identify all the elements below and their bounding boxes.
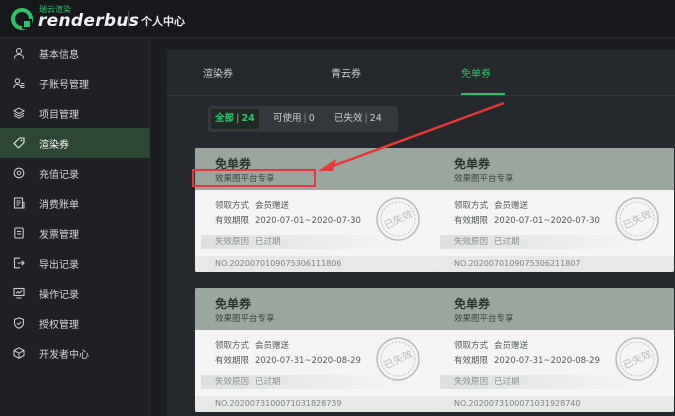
coupon-validity: 有效期限 2020-07-31~2020-08-29 bbox=[454, 356, 600, 366]
sidebar-item-sub-accounts[interactable]: 子账号管理 bbox=[0, 68, 150, 98]
sidebar-item-bills[interactable]: 消费账单 bbox=[0, 188, 150, 218]
sidebar-item-exports[interactable]: 导出记录 bbox=[0, 248, 150, 278]
sidebar-item-projects[interactable]: 项目管理 bbox=[0, 98, 150, 128]
sidebar-item-invoices[interactable]: 发票管理 bbox=[0, 218, 150, 248]
expired-stamp-icon: 已失效 bbox=[615, 337, 659, 381]
stamp-label: 已失效 bbox=[621, 347, 654, 371]
coupon-card-header: 免单券 效果图平台专享 bbox=[434, 288, 674, 330]
coupon-card[interactable]: 免单券 效果图平台专享 领取方式 会员赠送 有效期限 2020-07-31~2020… bbox=[195, 288, 435, 412]
cube-icon bbox=[13, 347, 25, 359]
coupon-expire-reason: 失效原因 已过期 bbox=[440, 375, 640, 389]
coupon-expire-reason: 失效原因 已过期 bbox=[201, 375, 401, 389]
stamp-label: 已失效 bbox=[382, 207, 415, 231]
sidebar-item-basic-info[interactable]: 基本信息 bbox=[0, 38, 150, 68]
tag-icon bbox=[13, 137, 25, 149]
status-filter: 全部 | 24 可使用 | 0 已失效 | 24 bbox=[208, 106, 398, 132]
coupon-expire-reason: 失效原因 已过期 bbox=[201, 235, 401, 249]
sidebar-item-label: 基本信息 bbox=[39, 49, 79, 61]
sidebar-item-label: 开发者中心 bbox=[39, 349, 89, 361]
recharge-icon bbox=[13, 167, 25, 179]
sidebar-item-label: 充值记录 bbox=[39, 169, 79, 181]
page-title: 个人中心 bbox=[141, 15, 185, 28]
sidebar-item-recharge[interactable]: 充值记录 bbox=[0, 158, 150, 188]
expired-stamp-icon: 已失效 bbox=[615, 197, 659, 241]
filter-all-button[interactable]: 全部 | 24 bbox=[211, 109, 259, 129]
invoice-icon bbox=[14, 227, 24, 239]
renderbus-logo-icon[interactable] bbox=[10, 7, 34, 31]
coupon-validity: 有效期限 2020-07-01~2020-07-30 bbox=[454, 216, 600, 226]
coupon-subtitle: 效果图平台专享 bbox=[454, 174, 514, 184]
coupon-validity: 有效期限 2020-07-01~2020-07-30 bbox=[215, 216, 361, 226]
sidebar-item-label: 消费账单 bbox=[39, 199, 79, 211]
sidebar-item-label: 项目管理 bbox=[39, 109, 79, 121]
coupon-number: NO.20200731000710319287​40 bbox=[434, 396, 674, 412]
coupon-number: NO.20200701090753061118​06 bbox=[195, 256, 435, 272]
coupon-card-header: 免单券 效果图平台专享 bbox=[434, 148, 674, 190]
expired-stamp-icon: 已失效 bbox=[376, 337, 420, 381]
user-icon bbox=[13, 47, 25, 59]
coupon-card-header: 免单券 效果图平台专享 bbox=[195, 288, 435, 330]
layers-icon bbox=[13, 107, 25, 119]
brand-divider bbox=[128, 11, 129, 27]
stamp-label: 已失效 bbox=[621, 207, 654, 231]
sidebar-item-label: 渲染券 bbox=[39, 139, 69, 151]
stamp-label: 已失效 bbox=[382, 347, 415, 371]
coupon-method: 领取方式 会员赠送 bbox=[454, 201, 529, 211]
sidebar-item-label: 子账号管理 bbox=[39, 79, 89, 91]
expired-stamp-icon: 已失效 bbox=[376, 197, 420, 241]
shield-icon bbox=[13, 317, 25, 329]
coupon-validity: 有效期限 2020-07-31~2020-08-29 bbox=[215, 356, 361, 366]
tab-render-coupon[interactable]: 渲染券 bbox=[203, 65, 233, 80]
bill-icon bbox=[13, 197, 25, 209]
brand-name[interactable]: renderbus bbox=[38, 11, 139, 31]
sidebar-item-label: 发票管理 bbox=[39, 229, 79, 241]
sidebar-item-label: 导出记录 bbox=[39, 259, 79, 271]
coupon-number: NO.20200701090753062118​07 bbox=[434, 256, 674, 272]
sidebar-item-label: 操作记录 bbox=[39, 289, 79, 301]
tab-free-coupon[interactable]: 免单券 bbox=[461, 65, 491, 80]
coupon-card[interactable]: 免单券 效果图平台专享 领取方式 会员赠送 有效期限 2020-07-01~2020… bbox=[195, 148, 435, 272]
filter-expired-button[interactable]: 已失效 | 24 bbox=[330, 109, 386, 129]
sidebar-item-render-coupons[interactable]: 渲染券 bbox=[0, 128, 150, 158]
filter-usable-button[interactable]: 可使用 | 0 bbox=[269, 109, 319, 129]
active-tab-indicator bbox=[461, 93, 505, 95]
coupon-title: 免单券 bbox=[215, 297, 252, 311]
coupon-method: 领取方式 会员赠送 bbox=[454, 341, 529, 351]
tab-qingyun-coupon[interactable]: 青云券 bbox=[331, 65, 361, 80]
annotation-highlight-box bbox=[192, 169, 316, 187]
coupon-expire-reason: 失效原因 已过期 bbox=[440, 235, 640, 249]
sub-account-icon bbox=[13, 78, 25, 89]
export-icon bbox=[13, 257, 25, 269]
sidebar-item-label: 授权管理 bbox=[39, 319, 79, 331]
coupon-method: 领取方式 会员赠送 bbox=[215, 341, 290, 351]
sidebar: 基本信息 子账号管理 项目管理 渲染券 充值记录 消费账单 发票管理 导出记录 … bbox=[0, 38, 150, 416]
coupon-subtitle: 效果图平台专享 bbox=[215, 314, 275, 324]
coupon-title: 免单券 bbox=[454, 297, 491, 311]
coupon-method: 领取方式 会员赠送 bbox=[215, 201, 290, 211]
sidebar-item-operations[interactable]: 操作记录 bbox=[0, 278, 150, 308]
monitor-icon bbox=[13, 287, 25, 299]
coupon-number: NO.20200731000710318287​39 bbox=[195, 396, 435, 412]
sidebar-item-authorization[interactable]: 授权管理 bbox=[0, 308, 150, 338]
coupon-title: 免单券 bbox=[454, 157, 491, 171]
coupon-card[interactable]: 免单券 效果图平台专享 领取方式 会员赠送 有效期限 2020-07-31~2020… bbox=[434, 288, 674, 412]
sidebar-item-developer[interactable]: 开发者中心 bbox=[0, 338, 150, 368]
coupon-card[interactable]: 免单券 效果图平台专享 领取方式 会员赠送 有效期限 2020-07-01~2020… bbox=[434, 148, 674, 272]
top-bar: 瑞云渲染 renderbus 个人中心 bbox=[0, 0, 675, 38]
coupon-tabs: 渲染券 青云券 免单券 bbox=[167, 50, 675, 96]
coupon-subtitle: 效果图平台专享 bbox=[454, 314, 514, 324]
